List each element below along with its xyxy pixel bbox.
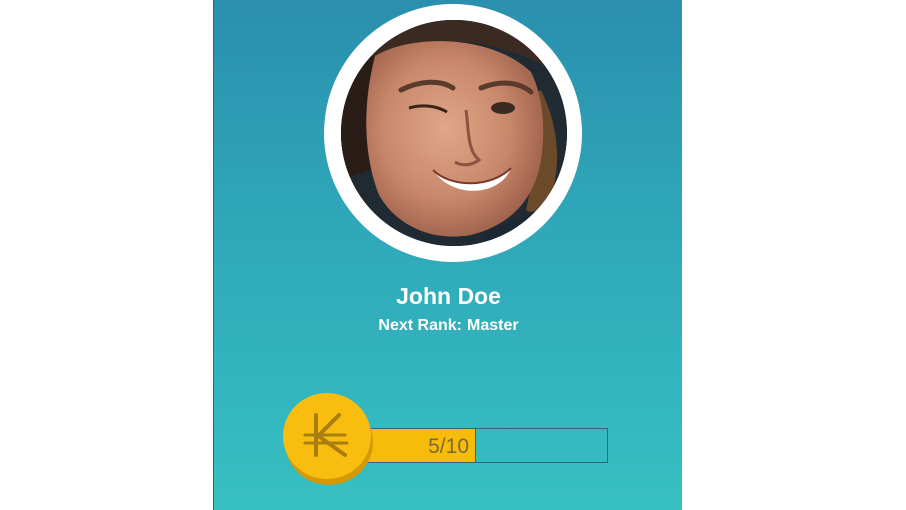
profile-card: John Doe Next Rank: Master 5/10 [213,0,682,510]
avatar-ring [324,4,582,262]
next-rank-label: Next Rank: [378,317,462,334]
user-name: John Doe [396,283,501,309]
rank-progress-bar: 5/10 [344,428,608,463]
next-rank-value: Master [467,317,519,334]
avatar[interactable] [341,20,567,246]
page: John Doe Next Rank: Master 5/10 [0,0,906,510]
rank-progress-text: 5/10 [428,435,469,458]
next-rank: Next Rank: Master [214,317,683,335]
coin-badge [283,393,375,485]
avatar-photo [341,20,567,246]
kip-currency-icon [283,393,371,479]
